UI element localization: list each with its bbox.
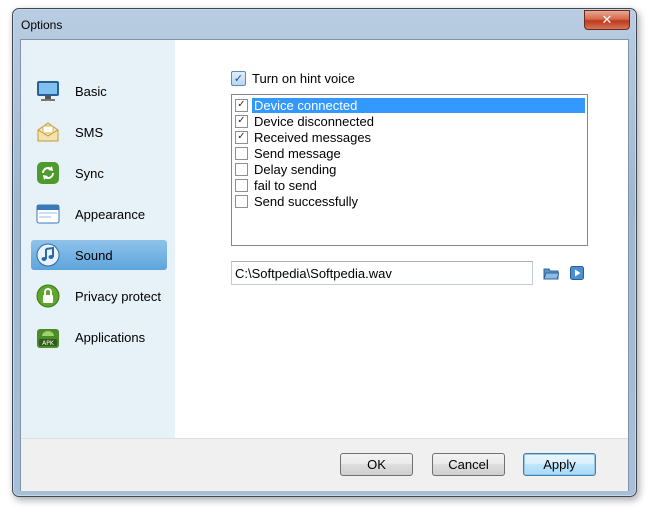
sound-settings-panel: ✓ Turn on hint voice ✓ Device connected … (175, 40, 628, 438)
ok-button[interactable]: OK (340, 453, 413, 476)
sidebar-item-label: Basic (75, 83, 107, 99)
hint-voice-checkbox-row[interactable]: ✓ Turn on hint voice (231, 71, 355, 86)
music-note-icon (35, 242, 61, 268)
sidebar-item-privacy-protect[interactable]: Privacy protect (31, 281, 167, 311)
options-window: Options ✕ Basic SMS Sync Appearance Soun… (12, 8, 637, 497)
open-folder-icon[interactable] (543, 266, 560, 280)
list-item-label: Device connected (252, 97, 585, 113)
close-button[interactable]: ✕ (584, 10, 630, 30)
list-item[interactable]: Send message (234, 145, 343, 161)
window-icon (35, 201, 61, 227)
checkbox[interactable]: ✓ (235, 114, 248, 128)
checkbox[interactable] (235, 146, 248, 160)
dialog-footer: OK Cancel Apply (21, 438, 628, 491)
list-item[interactable]: Delay sending (234, 161, 338, 177)
sidebar-item-label: Applications (75, 329, 146, 345)
list-item-label: Received messages (254, 129, 372, 145)
checkbox[interactable]: ✓ (235, 130, 248, 144)
sidebar-item-sound[interactable]: Sound (31, 240, 167, 270)
close-icon: ✕ (601, 12, 613, 27)
hint-voice-checkbox[interactable]: ✓ (231, 71, 246, 86)
window-title: Options (21, 18, 63, 32)
cancel-button[interactable]: Cancel (432, 453, 505, 476)
list-item-label: Delay sending (254, 161, 337, 177)
list-item-label: Device disconnected (254, 113, 374, 129)
monitor-icon (35, 78, 61, 104)
sidebar-item-label: Sound (75, 247, 113, 263)
checkbox[interactable] (235, 178, 248, 192)
envelope-icon (35, 119, 61, 145)
sidebar-item-sms[interactable]: SMS (31, 117, 167, 147)
list-item[interactable]: fail to send (234, 177, 319, 193)
list-item[interactable]: ✓ Device connected (234, 97, 585, 113)
list-item[interactable]: ✓ Received messages (234, 129, 373, 145)
sync-icon (35, 160, 61, 186)
list-item-label: Send message (254, 145, 341, 161)
sidebar: Basic SMS Sync Appearance Sound Privacy … (21, 40, 175, 438)
lock-shield-icon (35, 283, 61, 309)
sound-events-list[interactable]: ✓ Device connected ✓ Device disconnected… (231, 94, 588, 246)
apply-button[interactable]: Apply (523, 453, 596, 476)
sound-file-path-field[interactable]: C:\Softpedia\Softpedia.wav (231, 261, 533, 285)
sidebar-item-appearance[interactable]: Appearance (31, 199, 167, 229)
sidebar-item-label: Appearance (75, 206, 146, 222)
apk-icon: APK (35, 324, 61, 350)
list-item[interactable]: ✓ Device disconnected (234, 113, 376, 129)
list-item-label: fail to send (254, 177, 317, 193)
play-icon[interactable] (570, 266, 584, 280)
title-bar[interactable]: Options ✕ (13, 9, 636, 39)
list-item[interactable]: Send successfully (234, 193, 360, 209)
sidebar-item-sync[interactable]: Sync (31, 158, 167, 188)
hint-voice-label: Turn on hint voice (252, 71, 355, 86)
dialog-client-area: Basic SMS Sync Appearance Sound Privacy … (20, 39, 629, 491)
svg-text:APK: APK (42, 340, 55, 347)
checkbox[interactable] (235, 162, 248, 176)
sidebar-item-label: Privacy protect (75, 288, 161, 304)
checkbox[interactable]: ✓ (235, 98, 248, 112)
sidebar-item-basic[interactable]: Basic (31, 76, 167, 106)
list-item-label: Send successfully (254, 193, 359, 209)
sidebar-item-label: SMS (75, 124, 104, 140)
checkbox[interactable] (235, 194, 248, 208)
sidebar-item-applications[interactable]: APK Applications (31, 322, 167, 352)
sidebar-item-label: Sync (75, 165, 104, 181)
